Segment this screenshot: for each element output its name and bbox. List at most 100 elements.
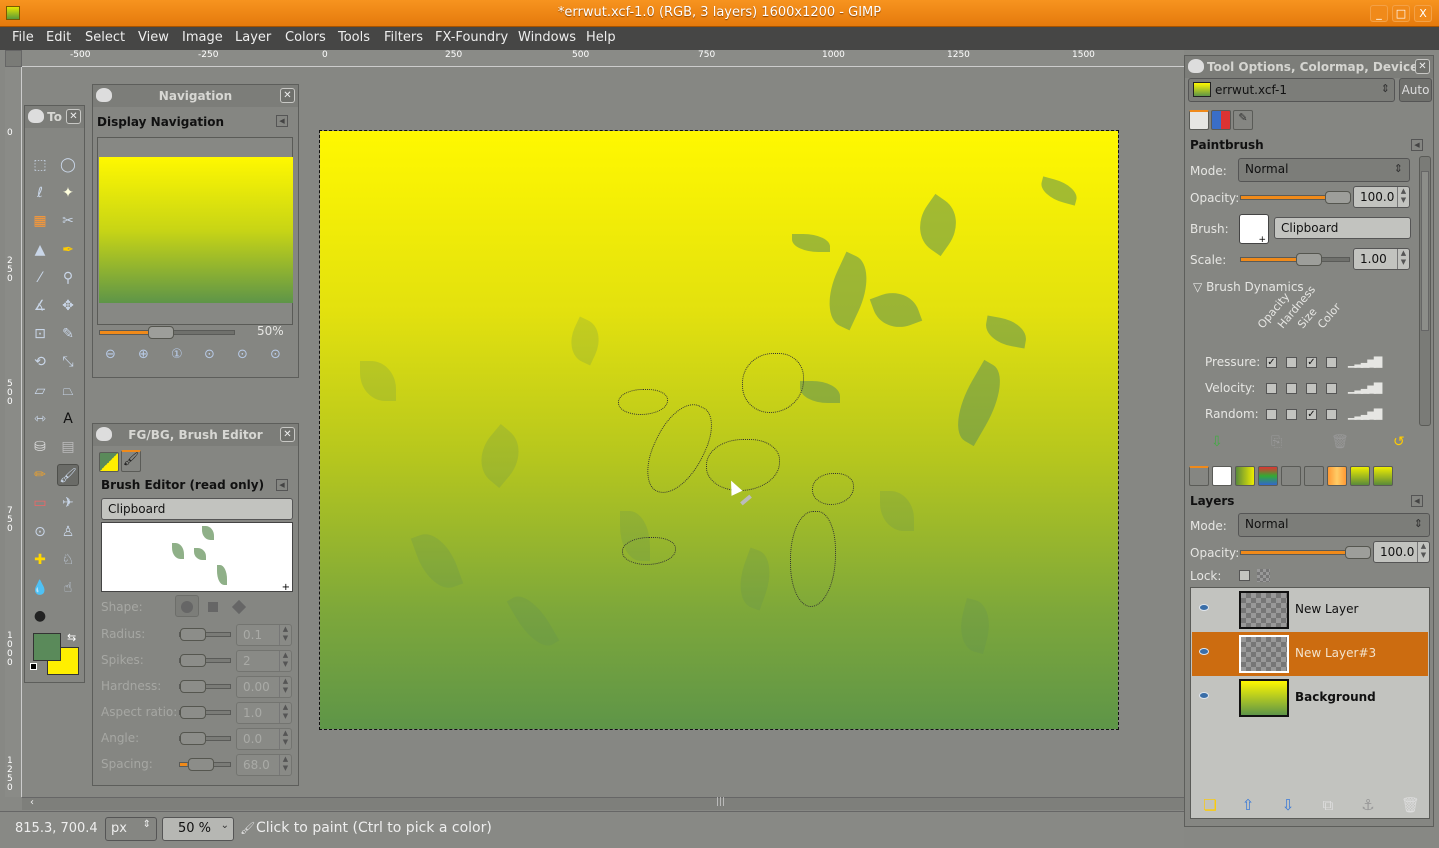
layer-mode-select[interactable]: Normal ⇕ [1238,513,1430,537]
scrollbar-thumb[interactable] [1421,171,1429,331]
brush-param-spinbox[interactable]: 0.00 ▲ ▼ [236,676,292,698]
foreground-color-swatch[interactable] [33,633,61,661]
tool-pencil-icon[interactable]: ✏ [29,464,51,486]
save-options-icon[interactable]: ⇩ [1211,434,1223,450]
menu-help[interactable]: Help [586,30,616,45]
navigation-title-bar[interactable]: Navigation [93,85,298,107]
dynamics-checkbox[interactable] [1286,409,1297,420]
zoom-1-1-icon[interactable]: ① [171,347,183,362]
tool-options-scrollbar[interactable] [1419,156,1431,426]
duplicate-layer-icon[interactable]: ⧉ [1319,796,1337,814]
spin-arrows[interactable]: ▲ ▼ [279,729,291,749]
tool-flip-icon[interactable]: ⇿ [29,408,51,430]
layer-row[interactable]: New Layer#3 [1192,632,1428,676]
tool-bucket-fill-icon[interactable]: ⛁ [29,436,51,458]
layer-row[interactable]: New Layer [1192,588,1428,632]
menu-image[interactable]: Image [182,30,223,45]
image-canvas[interactable] [319,130,1119,730]
lock-pixels-checkbox[interactable] [1239,570,1250,581]
layer-name[interactable]: New Layer#3 [1295,646,1376,660]
tab-tool-options[interactable] [1189,110,1209,130]
menu-colors[interactable]: Colors [285,30,326,45]
tool-scissors-icon[interactable]: ✂ [57,210,79,232]
tool-rotate-icon[interactable]: ⟲ [29,351,51,373]
quick-mask-menu-button[interactable] [5,50,22,67]
slider-knob[interactable] [180,680,206,693]
tab-channels[interactable] [1258,466,1278,486]
menu-file[interactable]: File [12,30,34,45]
tool-measure-icon[interactable]: ∡ [29,295,51,317]
curve-icon[interactable]: ▁▂▃▅▇ [1348,381,1382,394]
dynamics-checkbox[interactable]: ✓ [1306,357,1317,368]
spin-arrows[interactable]: ▲ ▼ [279,755,291,775]
tool-blend-icon[interactable]: ▤ [57,436,79,458]
tool-foreground-select-icon[interactable]: ▲ [29,239,51,261]
layer-opacity-slider[interactable] [1240,546,1371,559]
layer-name[interactable]: New Layer [1295,602,1358,616]
brush-param-slider[interactable] [179,706,231,719]
anchor-layer-icon[interactable]: ⚓ [1359,796,1377,814]
scroll-left-icon[interactable]: ‹ [30,797,34,808]
brush-name-display[interactable]: Clipboard [1274,217,1411,239]
brush-picker-button[interactable]: + [1239,214,1269,245]
chevron-down-icon[interactable]: ⌄ [221,820,229,831]
curve-icon[interactable]: ▁▂▃▅▇ [1348,355,1382,368]
brush-param-slider[interactable] [179,654,231,667]
menu-select[interactable]: Select [85,30,125,45]
tab-images[interactable] [1350,466,1370,486]
tab-brush-editor[interactable]: 🖌 [121,450,141,472]
paint-mode-select[interactable]: Normal ⇕ [1238,158,1410,182]
default-colors-icon[interactable] [30,663,37,670]
tab-menu-button[interactable]: ◀ [276,479,288,491]
eye-visibility-icon[interactable] [1199,604,1209,611]
tool-move-icon[interactable]: ✥ [57,295,79,317]
opacity-slider[interactable] [1240,191,1351,204]
scale-spinbox[interactable]: 1.00 ▲ ▼ [1353,248,1410,270]
delete-options-icon[interactable]: 🗑 [1331,434,1349,450]
brush-param-spinbox[interactable]: 1.0 ▲ ▼ [236,702,292,724]
tool-fuzzy-select-icon[interactable]: ✦ [57,182,79,204]
brush-param-slider[interactable] [179,758,231,771]
navigation-thumbnail[interactable] [99,157,293,303]
slider-knob[interactable] [180,628,206,641]
brush-param-spinbox[interactable]: 0.0 ▲ ▼ [236,728,292,750]
tool-shear-icon[interactable]: ▱ [29,380,51,402]
navigation-zoom-slider[interactable] [99,326,235,339]
slider-knob[interactable] [180,654,206,667]
menu-fx-foundry[interactable]: FX-Foundry [435,30,508,45]
minimize-button[interactable]: _ [1370,5,1388,22]
shape-circle-button[interactable] [175,595,199,617]
tool-select-by-color-icon[interactable]: ▦ [29,210,51,232]
layer-opacity-spinbox[interactable]: 100.0 ▲ ▼ [1373,541,1430,563]
dynamics-checkbox[interactable] [1326,357,1337,368]
lower-layer-icon[interactable]: ⇩ [1279,796,1297,814]
vertical-ruler[interactable]: 0 250 500 750 1000 1250 [5,67,22,797]
menu-filters[interactable]: Filters [384,30,423,45]
shape-square-button[interactable] [208,602,218,612]
tool-perspective-icon[interactable]: ⏢ [57,380,79,402]
maximize-button[interactable]: □ [1392,5,1410,22]
restore-options-icon[interactable]: ⎘ [1271,434,1282,450]
scale-slider[interactable] [1240,253,1350,266]
tool-clone-icon[interactable]: ♙ [57,521,79,543]
curve-icon[interactable]: ▁▂▃▅▇ [1348,407,1382,420]
tab-menu-button[interactable]: ◀ [1411,495,1423,507]
tool-heal-icon[interactable]: ✚ [29,549,51,571]
spin-arrows[interactable]: ▲ ▼ [279,625,291,645]
tool-scale-icon[interactable]: ⤡ [57,351,79,373]
slider-knob[interactable] [180,706,206,719]
tool-text-icon[interactable]: A [57,408,79,430]
dynamics-checkbox[interactable] [1286,383,1297,394]
brush-param-slider[interactable] [179,680,231,693]
tool-airbrush-icon[interactable]: ✈ [57,492,79,514]
auto-button[interactable]: Auto [1399,78,1432,102]
tab-undo-history[interactable] [1281,466,1301,486]
spin-arrows[interactable]: ▲ ▼ [279,703,291,723]
tool-dodge-burn-icon[interactable]: ● [29,605,51,627]
dynamics-checkbox[interactable]: ✓ [1266,357,1277,368]
lock-alpha-icon[interactable] [1257,569,1270,582]
tool-perspective-clone-icon[interactable]: ♘ [57,549,79,571]
tool-color-picker-icon[interactable]: ⁄ [29,267,51,289]
tab-gradients[interactable] [1235,466,1255,486]
menu-layer[interactable]: Layer [235,30,271,45]
